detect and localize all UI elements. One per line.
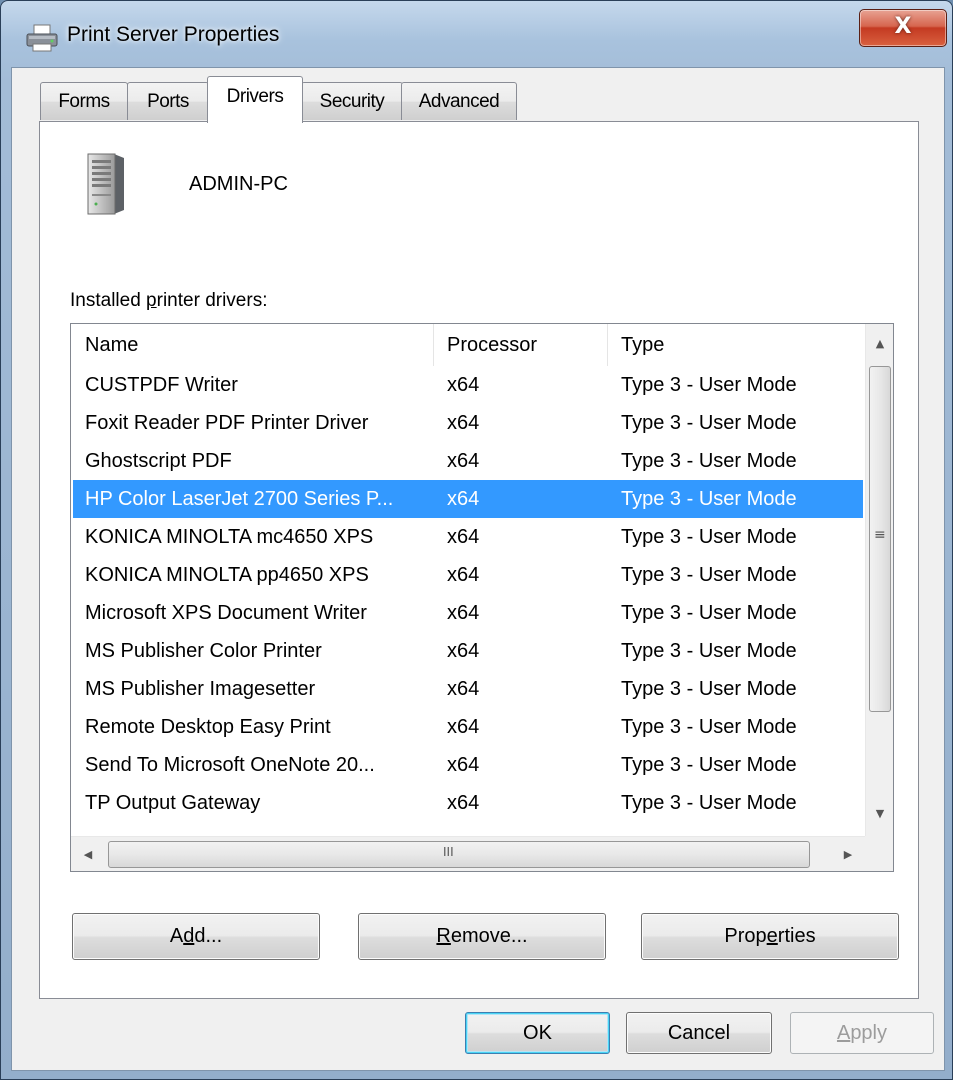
driver-processor-cell: x64 bbox=[447, 678, 480, 700]
driver-processor-cell: x64 bbox=[447, 526, 480, 548]
vertical-scroll-thumb[interactable]: ≡ bbox=[869, 366, 891, 712]
dialog-client-area: Forms Ports Drivers Security Advanced AD… bbox=[11, 67, 945, 1071]
driver-name-cell: HP Color LaserJet 2700 Series P... bbox=[85, 488, 394, 510]
tab-ports-label: Ports bbox=[147, 91, 189, 112]
cancel-button[interactable]: Cancel bbox=[626, 1012, 772, 1054]
driver-name-cell: Microsoft XPS Document Writer bbox=[85, 602, 367, 624]
tab-security[interactable]: Security bbox=[301, 82, 403, 120]
driver-row[interactable]: KONICA MINOLTA mc4650 XPS x64 Type 3 - Use… bbox=[73, 518, 863, 556]
driver-processor-cell: x64 bbox=[447, 640, 480, 662]
column-header-type[interactable]: Type bbox=[607, 324, 865, 366]
driver-name-cell: MS Publisher Imagesetter bbox=[85, 678, 316, 700]
driver-processor-cell: x64 bbox=[447, 564, 480, 586]
tab-forms[interactable]: Forms bbox=[40, 82, 128, 120]
properties-button[interactable]: Properties bbox=[641, 913, 899, 960]
scroll-down-arrow-icon[interactable]: ▼ bbox=[866, 794, 893, 834]
scrollbar-corner bbox=[865, 836, 893, 871]
driver-type-cell: Type 3 - User Mode bbox=[621, 412, 797, 434]
server-tower-icon bbox=[87, 153, 124, 215]
driver-processor-cell: x64 bbox=[447, 412, 480, 434]
server-name: ADMIN-PC bbox=[189, 173, 288, 195]
driver-row[interactable]: Ghostscript PDF x64 Type 3 - User Mode bbox=[73, 442, 863, 480]
driver-processor-cell: x64 bbox=[447, 602, 480, 624]
tab-ports[interactable]: Ports bbox=[127, 82, 209, 120]
window-title: Print Server Properties bbox=[67, 23, 280, 46]
driver-row[interactable]: HP Color LaserJet 2700 Series P... x64 Typ… bbox=[73, 480, 863, 518]
drivers-tab-panel: ADMIN-PC Installed printer drivers: Name… bbox=[39, 121, 919, 999]
driver-row[interactable]: CUSTPDF Writer x64 Type 3 - User Mode bbox=[73, 366, 863, 404]
driver-row[interactable]: TP Output Gateway x64 Type 3 - User Mode bbox=[73, 784, 863, 822]
scroll-right-arrow-icon[interactable]: ▶ bbox=[831, 837, 865, 871]
driver-name-cell: TP Output Gateway bbox=[85, 792, 261, 814]
driver-row[interactable]: MS Publisher Imagesetter x64 Type 3 - User… bbox=[73, 670, 863, 708]
driver-name-cell: Ghostscript PDF bbox=[85, 450, 232, 472]
installed-drivers-list[interactable]: Name Processor Type CUSTPDF Writer x64 Typ… bbox=[70, 323, 894, 872]
driver-type-cell: Type 3 - User Mode bbox=[621, 716, 797, 738]
driver-name-cell: Remote Desktop Easy Print bbox=[85, 716, 331, 738]
driver-processor-cell: x64 bbox=[447, 450, 480, 472]
driver-row[interactable]: MS Publisher Color Printer x64 Type 3 - Us… bbox=[73, 632, 863, 670]
driver-name-cell: Send To Microsoft OneNote 20... bbox=[85, 754, 375, 776]
tab-security-label: Security bbox=[319, 91, 385, 112]
grip-icon: III bbox=[443, 845, 454, 859]
driver-processor-cell: x64 bbox=[447, 792, 480, 814]
ok-button[interactable]: OK bbox=[465, 1012, 610, 1054]
driver-name-cell: KONICA MINOLTA pp4650 XPS bbox=[85, 564, 369, 586]
driver-type-cell: Type 3 - User Mode bbox=[621, 640, 797, 662]
title-bar[interactable]: Print Server Properties X bbox=[1, 1, 952, 67]
driver-row[interactable]: Microsoft XPS Document Writer x64 Type 3 -… bbox=[73, 594, 863, 632]
driver-type-cell: Type 3 - User Mode bbox=[621, 450, 797, 472]
tab-drivers-label: Drivers bbox=[226, 86, 284, 107]
apply-button[interactable]: Apply bbox=[790, 1012, 934, 1054]
driver-type-cell: Type 3 - User Mode bbox=[621, 564, 797, 586]
driver-processor-cell: x64 bbox=[447, 374, 480, 396]
driver-type-cell: Type 3 - User Mode bbox=[621, 602, 797, 624]
driver-processor-cell: x64 bbox=[447, 754, 480, 776]
driver-processor-cell: x64 bbox=[447, 488, 480, 510]
close-icon: X bbox=[894, 14, 912, 39]
driver-type-cell: Type 3 - User Mode bbox=[621, 374, 797, 396]
driver-name-cell: MS Publisher Color Printer bbox=[85, 640, 322, 662]
tab-advanced[interactable]: Advanced bbox=[401, 82, 517, 120]
horizontal-scrollbar[interactable]: ◀ III ▶ bbox=[71, 836, 865, 871]
driver-row[interactable]: Foxit Reader PDF Printer Driver x64 Type 3… bbox=[73, 404, 863, 442]
installed-drivers-label: Installed printer drivers: bbox=[70, 290, 268, 311]
column-header-processor[interactable]: Processor bbox=[433, 324, 607, 366]
horizontal-scroll-thumb[interactable]: III bbox=[108, 841, 810, 868]
tab-advanced-label: Advanced bbox=[418, 91, 500, 112]
driver-row[interactable]: Remote Desktop Easy Print x64 Type 3 - Use… bbox=[73, 708, 863, 746]
printer-icon bbox=[26, 24, 58, 52]
driver-type-cell: Type 3 - User Mode bbox=[621, 526, 797, 548]
grip-icon: ≡ bbox=[874, 527, 886, 543]
vertical-scrollbar[interactable]: ▲ ≡ ▼ bbox=[865, 324, 893, 836]
scroll-left-arrow-icon[interactable]: ◀ bbox=[71, 837, 105, 871]
driver-processor-cell: x64 bbox=[447, 716, 480, 738]
driver-type-cell: Type 3 - User Mode bbox=[621, 754, 797, 776]
driver-name-cell: CUSTPDF Writer bbox=[85, 374, 238, 396]
scroll-up-arrow-icon[interactable]: ▲ bbox=[866, 324, 893, 364]
driver-row[interactable]: Send To Microsoft OneNote 20... x64 Type 3… bbox=[73, 746, 863, 784]
driver-name-cell: Foxit Reader PDF Printer Driver bbox=[85, 412, 369, 434]
list-header: Name Processor Type bbox=[71, 324, 865, 366]
driver-row[interactable]: KONICA MINOLTA pp4650 XPS x64 Type 3 - Use… bbox=[73, 556, 863, 594]
column-header-name[interactable]: Name bbox=[71, 324, 433, 366]
driver-type-cell: Type 3 - User Mode bbox=[621, 678, 797, 700]
driver-type-cell: Type 3 - User Mode bbox=[621, 488, 797, 510]
tab-drivers[interactable]: Drivers bbox=[207, 76, 303, 123]
remove-button[interactable]: Remove... bbox=[358, 913, 606, 960]
driver-type-cell: Type 3 - User Mode bbox=[621, 792, 797, 814]
add-button[interactable]: Add... bbox=[72, 913, 320, 960]
driver-name-cell: KONICA MINOLTA mc4650 XPS bbox=[85, 526, 374, 548]
print-server-properties-window: Print Server Properties X Forms Ports Dr… bbox=[0, 0, 953, 1080]
close-button[interactable]: X bbox=[859, 9, 947, 47]
tab-forms-label: Forms bbox=[58, 91, 110, 112]
